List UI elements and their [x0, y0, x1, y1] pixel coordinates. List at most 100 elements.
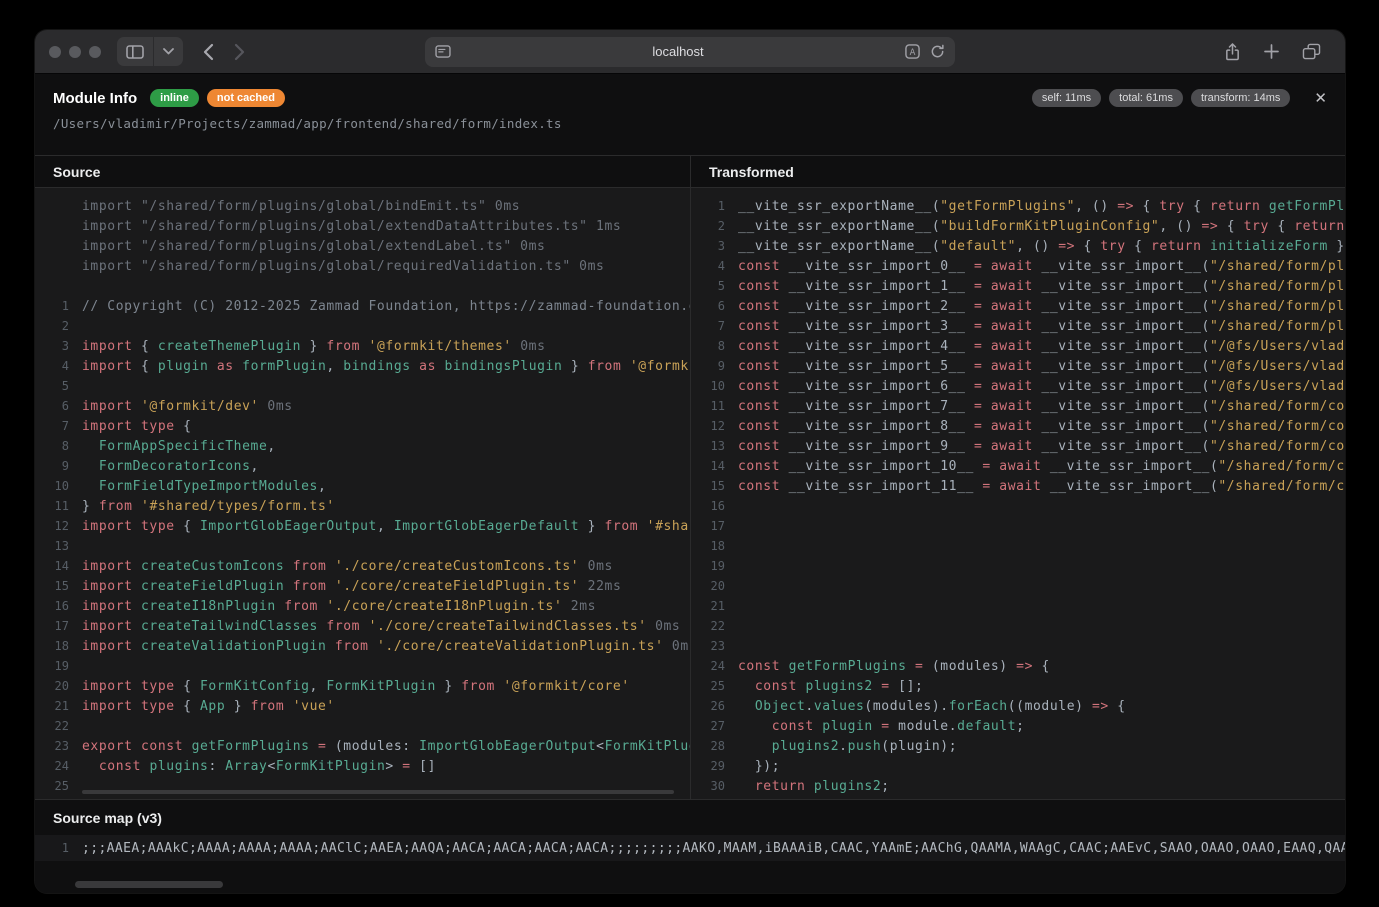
status-badge-not-cached: not cached [207, 89, 285, 107]
code-text: return plugins2; [738, 779, 890, 794]
metric-self: self: 11ms [1032, 89, 1101, 107]
code-text: const __vite_ssr_import_3__ = await __vi… [738, 319, 1345, 334]
code-line: 21import type { App } from 'vue' [43, 696, 690, 716]
code-line: 9 FormDecoratorIcons, [43, 456, 690, 476]
line-number: 20 [699, 579, 725, 593]
sidebar-toggle-button[interactable] [117, 37, 183, 66]
code-line: 28 plugins2.push(plugin); [699, 736, 1345, 756]
code-line: 16 [699, 496, 1345, 516]
module-file-path: /Users/vladimir/Projects/zammad/app/fron… [53, 116, 1327, 131]
line-number: 23 [43, 739, 69, 753]
code-line: 26 Object.values(modules).forEach((modul… [699, 696, 1345, 716]
code-line: 7import type { [43, 416, 690, 436]
source-panel-title: Source [35, 156, 690, 188]
line-number: 22 [699, 619, 725, 633]
line-number: 28 [699, 739, 725, 753]
transformed-code-view[interactable]: 1__vite_ssr_exportName__("getFormPlugins… [691, 188, 1345, 799]
code-text: __vite_ssr_exportName__("buildFormKitPlu… [738, 219, 1345, 234]
code-text: import type { [82, 419, 192, 434]
code-line: 2__vite_ssr_exportName__("buildFormKitPl… [699, 216, 1345, 236]
code-text: import { plugin as formPlugin, bindings … [82, 359, 690, 374]
line-number: 14 [43, 559, 69, 573]
tab-overview-button[interactable] [1302, 43, 1321, 60]
code-text: const __vite_ssr_import_2__ = await __vi… [738, 299, 1345, 314]
reload-button[interactable] [930, 44, 945, 59]
window-close-button[interactable] [49, 46, 61, 58]
code-text: import type { App } from 'vue' [82, 699, 335, 714]
metric-total: total: 61ms [1109, 89, 1183, 107]
code-text: const getFormPlugins = (modules) => { [738, 659, 1050, 674]
line-number: 14 [699, 459, 725, 473]
share-button[interactable] [1224, 42, 1241, 62]
transformed-panel-title: Transformed [691, 156, 1345, 188]
line-number: 1 [43, 841, 69, 855]
back-button[interactable] [203, 43, 214, 61]
sourcemap-section: Source map (v3) 1 ;;;AAEA;AAAkC;AAAA;AAA… [35, 799, 1345, 893]
desktop: { "colors": { "badge_inline": "#2e9c46",… [0, 0, 1379, 907]
code-text: import '@formkit/dev' 0ms [82, 399, 293, 414]
code-line: import "/shared/form/plugins/global/requ… [43, 256, 690, 276]
code-line: 24 const plugins: Array<FormKitPlugin> =… [43, 756, 690, 776]
line-number: 1 [699, 199, 725, 213]
code-line: 29 }); [699, 756, 1345, 776]
line-number: 18 [699, 539, 725, 553]
code-text: import "/shared/form/plugins/global/requ… [82, 259, 604, 274]
line-number: 15 [699, 479, 725, 493]
code-line: 16import createI18nPlugin from './core/c… [43, 596, 690, 616]
code-line: 6const __vite_ssr_import_2__ = await __v… [699, 296, 1345, 316]
code-line: 11 } from '#shared/types/form.ts' [43, 496, 690, 516]
code-line: 10 FormFieldTypeImportModules, [43, 476, 690, 496]
line-number: 4 [43, 359, 69, 373]
new-tab-button[interactable] [1263, 43, 1280, 60]
code-text: import "/shared/form/plugins/global/exte… [82, 219, 621, 234]
line-number: 12 [699, 419, 725, 433]
code-line: 3import { createThemePlugin } from '@for… [43, 336, 690, 356]
sourcemap-mappings: ;;;AAEA;AAAkC;AAAA;AAAA;AAAA;AAClC;AAEA;… [82, 841, 1345, 856]
code-text: const plugins: Array<FormKitPlugin> = [] [82, 759, 436, 774]
line-number: 30 [699, 779, 725, 793]
code-line: import "/shared/form/plugins/global/exte… [43, 236, 690, 256]
code-text: }); [738, 759, 780, 774]
close-module-info-button[interactable]: ✕ [1314, 91, 1327, 106]
page-settings-icon[interactable] [435, 45, 451, 58]
line-number: 19 [43, 659, 69, 673]
window-controls [49, 46, 101, 58]
window-minimize-button[interactable] [69, 46, 81, 58]
source-horizontal-scrollbar[interactable] [82, 790, 674, 794]
code-line: 6import '@formkit/dev' 0ms [43, 396, 690, 416]
window-zoom-button[interactable] [89, 46, 101, 58]
status-badge-inline: inline [150, 89, 199, 107]
source-code-view[interactable]: import "/shared/form/plugins/global/bind… [35, 188, 690, 799]
toolbar-right-cluster [1224, 42, 1331, 62]
line-number: 17 [43, 619, 69, 633]
code-line: 27 const plugin = module.default; [699, 716, 1345, 736]
code-line: 19 [43, 656, 690, 676]
line-number: 9 [43, 459, 69, 473]
code-line: 2 [43, 316, 690, 336]
line-number: 23 [699, 639, 725, 653]
svg-text:A: A [910, 47, 916, 57]
line-number: 25 [43, 779, 69, 793]
module-inspector: Module Info inline not cached self: 11ms… [35, 74, 1345, 893]
code-line: 10const __vite_ssr_import_6__ = await __… [699, 376, 1345, 396]
line-number: 11 [43, 499, 69, 513]
forward-button[interactable] [234, 43, 245, 61]
code-line: 20import type { FormKitConfig, FormKitPl… [43, 676, 690, 696]
chevron-right-icon [234, 43, 245, 61]
code-text: const __vite_ssr_import_0__ = await __vi… [738, 259, 1345, 274]
line-number: 27 [699, 719, 725, 733]
code-line: 15const __vite_ssr_import_11__ = await _… [699, 476, 1345, 496]
line-number: 16 [43, 599, 69, 613]
page-title: Module Info [53, 90, 137, 107]
window-horizontal-scrollbar[interactable] [75, 881, 223, 888]
code-text: } from '#shared/types/form.ts' [82, 499, 335, 514]
address-bar[interactable]: localhost A [425, 37, 955, 67]
line-number: 15 [43, 579, 69, 593]
code-line: import "/shared/form/plugins/global/bind… [43, 196, 690, 216]
translate-icon[interactable]: A [905, 44, 920, 59]
code-text: const __vite_ssr_import_7__ = await __vi… [738, 399, 1345, 414]
line-number: 13 [43, 539, 69, 553]
line-number: 17 [699, 519, 725, 533]
line-number: 24 [43, 759, 69, 773]
code-text: const plugin = module.default; [738, 719, 1025, 734]
